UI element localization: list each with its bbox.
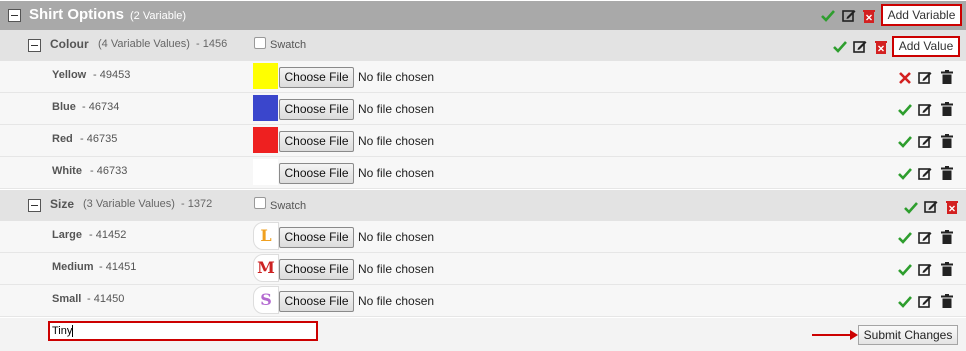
edit-icon[interactable] — [918, 262, 932, 276]
group-id: - 1372 — [181, 198, 213, 210]
value-id: - 46735 — [80, 133, 118, 145]
value-name: White — [52, 165, 82, 177]
choose-file-button[interactable]: Choose File — [279, 131, 354, 152]
new-value-text: Tiny — [52, 325, 73, 337]
edit-icon[interactable] — [853, 39, 867, 53]
variable-header: Shirt Options (2 Variable) Add Variable — [0, 1, 966, 30]
group-title: Colour — [50, 37, 89, 51]
color-swatch — [253, 63, 278, 89]
text-caret — [72, 325, 74, 338]
trash-icon[interactable] — [940, 262, 954, 276]
choose-file-button[interactable]: Choose File — [279, 163, 354, 184]
value-id: - 41452 — [89, 229, 127, 241]
check-icon[interactable] — [898, 103, 912, 117]
file-status: No file chosen — [358, 166, 435, 180]
edit-icon[interactable] — [842, 8, 856, 22]
group-id: - 1456 — [196, 38, 228, 50]
value-row-large: Large - 41452 L Choose File No file chos… — [0, 221, 966, 253]
submit-changes-button[interactable]: Submit Changes — [858, 325, 958, 345]
group-count: (3 Variable Values) — [83, 198, 175, 210]
check-icon[interactable] — [898, 231, 912, 245]
edit-icon[interactable] — [924, 199, 938, 213]
choose-file-button[interactable]: Choose File — [279, 291, 354, 312]
color-swatch — [253, 127, 278, 153]
edit-icon[interactable] — [918, 134, 932, 148]
variable-count: (2 Variable) — [130, 10, 187, 22]
delete-icon[interactable] — [862, 9, 876, 23]
value-name: Yellow — [52, 69, 87, 81]
check-icon[interactable] — [898, 135, 912, 149]
check-icon[interactable] — [904, 201, 918, 215]
check-icon[interactable] — [898, 263, 912, 277]
trash-icon[interactable] — [940, 230, 954, 244]
choose-file-button[interactable]: Choose File — [279, 67, 354, 88]
trash-icon[interactable] — [940, 294, 954, 308]
color-swatch — [253, 95, 278, 121]
value-name: Large — [52, 229, 82, 241]
new-value-input[interactable]: Tiny — [48, 321, 318, 341]
value-name: Blue — [52, 101, 76, 113]
choose-file-button[interactable]: Choose File — [279, 259, 354, 280]
value-id: - 49453 — [93, 69, 131, 81]
trash-icon[interactable] — [940, 102, 954, 116]
delete-icon[interactable] — [945, 200, 959, 214]
add-variable-button[interactable]: Add Variable — [881, 4, 962, 26]
value-row-small: Small - 41450 S Choose File No file chos… — [0, 285, 966, 317]
value-row-red: Red - 46735 Choose File No file chosen — [0, 125, 966, 157]
collapse-toggle[interactable] — [28, 199, 41, 212]
file-status: No file chosen — [358, 70, 435, 84]
collapse-toggle[interactable] — [8, 9, 21, 22]
swatch-label: Swatch — [270, 200, 307, 212]
file-status: No file chosen — [358, 294, 435, 308]
arrow-icon — [812, 330, 858, 340]
swatch-checkbox[interactable] — [254, 37, 266, 49]
value-row-medium: Medium - 41451 M Choose File No file cho… — [0, 253, 966, 285]
value-row-white: White - 46733 Choose File No file chosen — [0, 157, 966, 189]
group-header-size: Size (3 Variable Values) - 1372 Swatch — [0, 190, 966, 221]
size-letter-icon: M — [253, 254, 279, 282]
check-icon[interactable] — [898, 167, 912, 181]
delete-icon[interactable] — [874, 40, 888, 54]
trash-icon[interactable] — [940, 70, 954, 84]
swatch-label: Swatch — [270, 39, 307, 51]
swatch-checkbox[interactable] — [254, 197, 266, 209]
group-header-colour: Colour (4 Variable Values) - 1456 Swatch… — [0, 30, 966, 61]
edit-icon[interactable] — [918, 230, 932, 244]
new-value-row: Tiny Submit Changes — [0, 318, 966, 351]
edit-icon[interactable] — [918, 70, 932, 84]
edit-icon[interactable] — [918, 294, 932, 308]
value-name: Medium — [52, 261, 94, 273]
value-id: - 46733 — [90, 165, 128, 177]
check-icon[interactable] — [898, 295, 912, 309]
file-status: No file chosen — [358, 262, 435, 276]
size-letter-icon: L — [253, 222, 279, 250]
add-value-button[interactable]: Add Value — [892, 36, 960, 57]
check-icon[interactable] — [833, 40, 847, 54]
check-icon[interactable] — [821, 9, 835, 23]
value-name: Red — [52, 133, 73, 145]
value-id: - 41450 — [87, 293, 125, 305]
file-status: No file chosen — [358, 230, 435, 244]
value-row-blue: Blue - 46734 Choose File No file chosen — [0, 93, 966, 125]
choose-file-button[interactable]: Choose File — [279, 227, 354, 248]
color-swatch — [253, 159, 278, 185]
size-letter-icon: S — [253, 286, 279, 314]
trash-icon[interactable] — [940, 166, 954, 180]
value-id: - 46734 — [82, 101, 120, 113]
file-status: No file chosen — [358, 102, 435, 116]
group-count: (4 Variable Values) — [98, 38, 190, 50]
trash-icon[interactable] — [940, 134, 954, 148]
value-row-yellow: Yellow - 49453 Choose File No file chose… — [0, 61, 966, 93]
group-title: Size — [50, 197, 75, 211]
variable-title: Shirt Options — [29, 6, 124, 23]
collapse-toggle[interactable] — [28, 39, 41, 52]
choose-file-button[interactable]: Choose File — [279, 99, 354, 120]
edit-icon[interactable] — [918, 102, 932, 116]
x-icon[interactable] — [898, 71, 912, 85]
file-status: No file chosen — [358, 134, 435, 148]
value-name: Small — [52, 293, 82, 305]
edit-icon[interactable] — [918, 166, 932, 180]
value-id: - 41451 — [99, 261, 137, 273]
